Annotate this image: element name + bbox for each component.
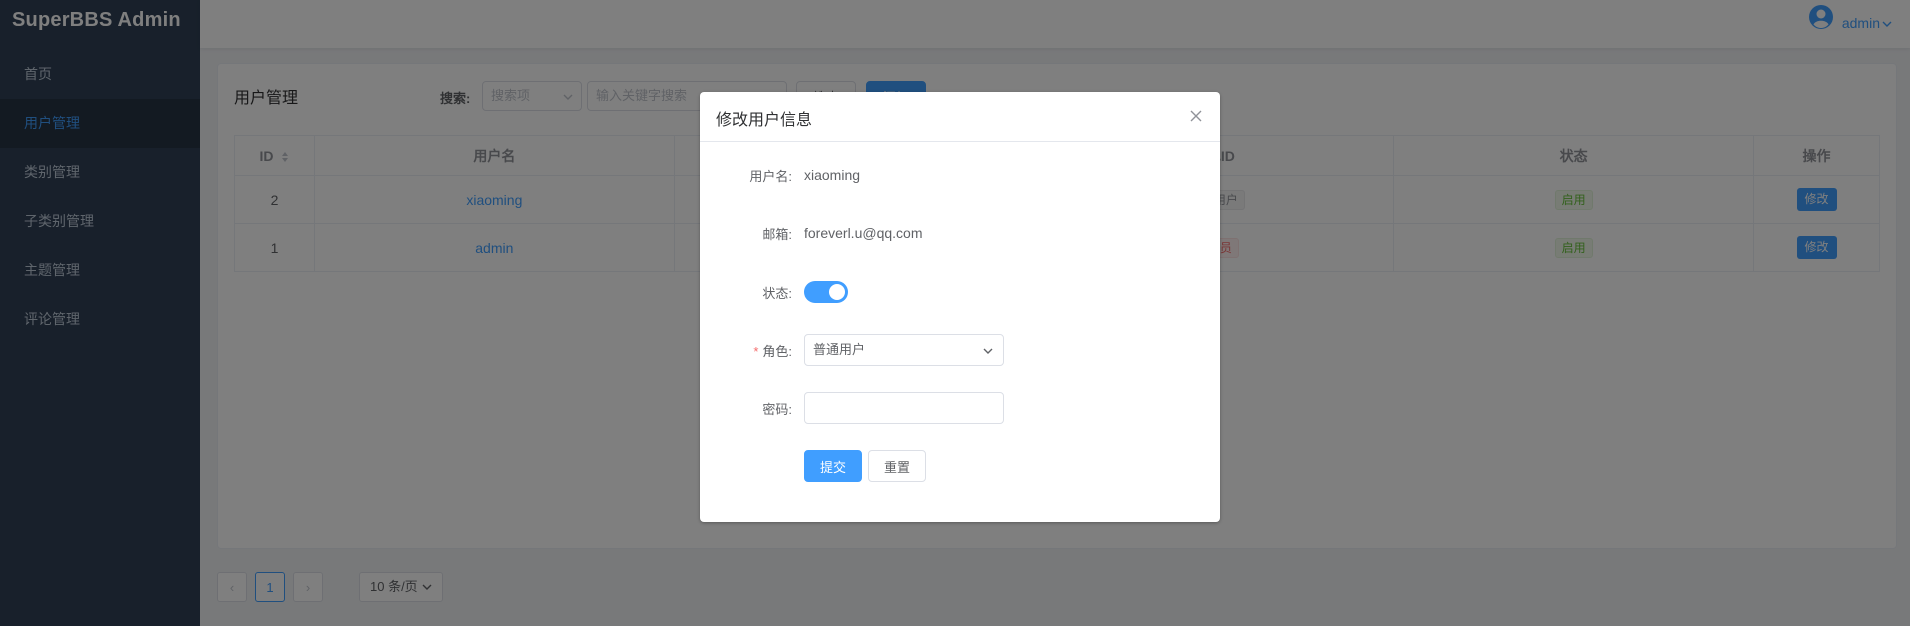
form-row-status: 状态: [700, 276, 848, 308]
required-asterisk: * [753, 343, 759, 359]
submit-button[interactable]: 提交 [804, 450, 863, 482]
password-input[interactable] [804, 392, 1004, 424]
email-value: foreverl.u@qq.com [804, 225, 923, 241]
username-label: 用户名: [749, 168, 792, 184]
form-row-password: 密码: [700, 392, 1004, 424]
password-label: 密码: [762, 401, 792, 417]
toggle-knob [829, 284, 845, 300]
reset-button[interactable]: 重置 [868, 450, 927, 482]
dialog-header: 修改用户信息 [700, 92, 1220, 142]
form-row-role: * 角色: 普通用户 [700, 334, 1004, 366]
status-label: 状态: [762, 285, 792, 301]
role-select-value: 普通用户 [813, 342, 866, 357]
close-icon[interactable] [1188, 108, 1204, 124]
form-row-email: 邮箱: foreverl.u@qq.com [700, 217, 922, 249]
username-value: xiaoming [804, 167, 861, 183]
form-row-actions: 提交 重置 [700, 450, 927, 482]
form-row-username: 用户名: xiaoming [700, 159, 860, 191]
chevron-down-icon [983, 348, 993, 354]
dialog-title: 修改用户信息 [716, 112, 813, 129]
email-label: 邮箱: [762, 226, 792, 242]
role-label: * 角色: [753, 343, 792, 359]
status-toggle[interactable] [804, 281, 848, 303]
edit-user-dialog: 修改用户信息 用户名: xiaoming 邮箱: foreverl.u@qq.c… [700, 92, 1220, 522]
role-select[interactable]: 普通用户 [804, 334, 1004, 366]
